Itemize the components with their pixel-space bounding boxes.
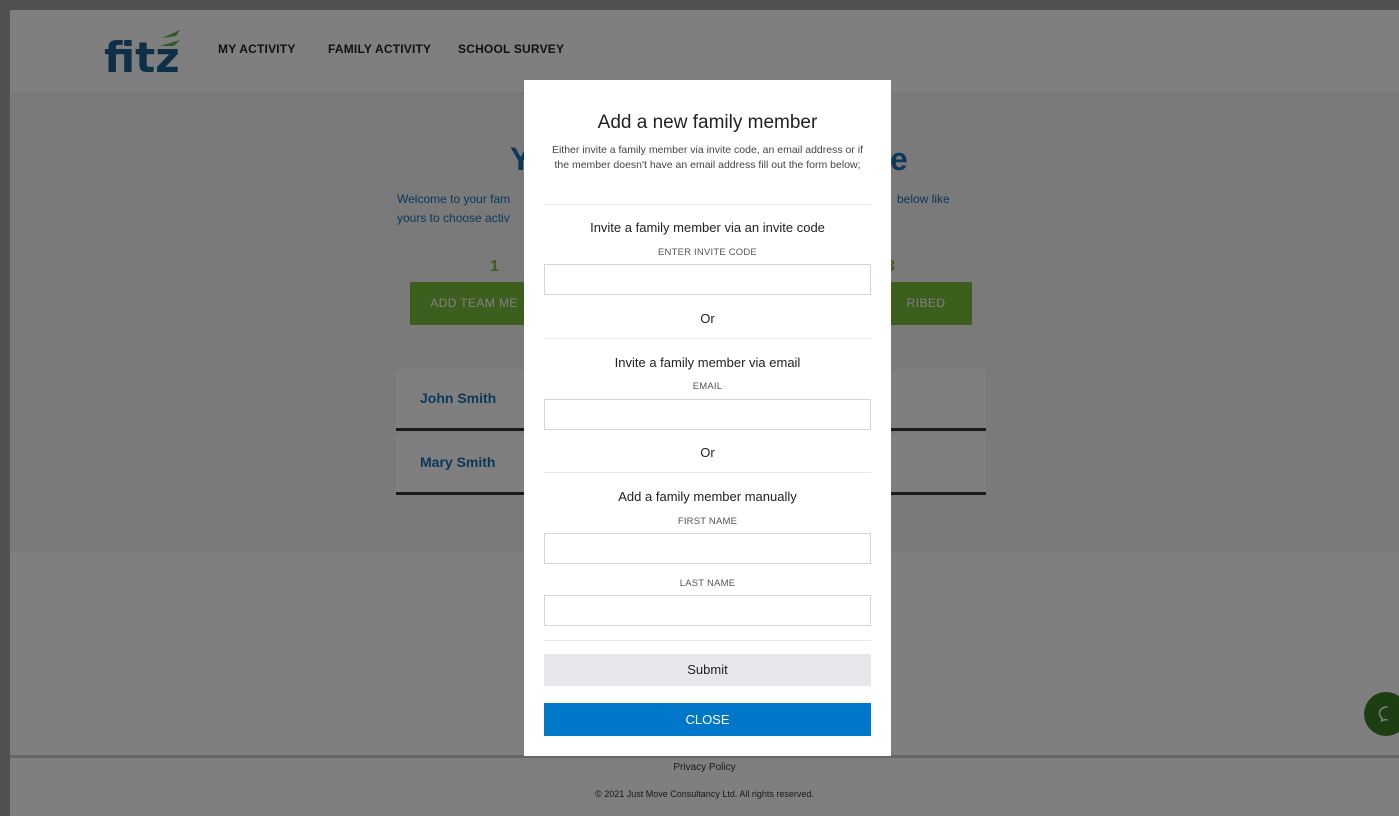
close-button[interactable]: CLOSE <box>544 703 871 736</box>
first-name-input[interactable] <box>544 533 871 564</box>
divider <box>544 338 871 339</box>
modal-title: Add a new family member <box>597 112 818 133</box>
first-name-label: FIRST NAME <box>677 516 738 527</box>
divider <box>544 472 871 473</box>
or-separator: Or <box>700 445 715 460</box>
invite-code-section-title: Invite a family member via an invite cod… <box>590 220 825 235</box>
divider <box>544 640 871 641</box>
email-input[interactable] <box>544 399 871 430</box>
or-separator: Or <box>700 311 715 326</box>
submit-button[interactable]: Submit <box>544 654 871 686</box>
divider <box>544 204 871 205</box>
modal-intro: Either invite a family member via invite… <box>551 144 864 171</box>
add-family-member-modal: Add a new family member Either invite a … <box>524 80 891 756</box>
invite-code-input[interactable] <box>544 264 871 295</box>
manual-section-title: Add a family member manually <box>618 489 797 504</box>
last-name-input[interactable] <box>544 595 871 626</box>
last-name-label: LAST NAME <box>679 578 736 589</box>
email-section-title: Invite a family member via email <box>614 355 801 370</box>
email-label: EMAIL <box>692 381 723 392</box>
invite-code-label: ENTER INVITE CODE <box>658 247 757 258</box>
